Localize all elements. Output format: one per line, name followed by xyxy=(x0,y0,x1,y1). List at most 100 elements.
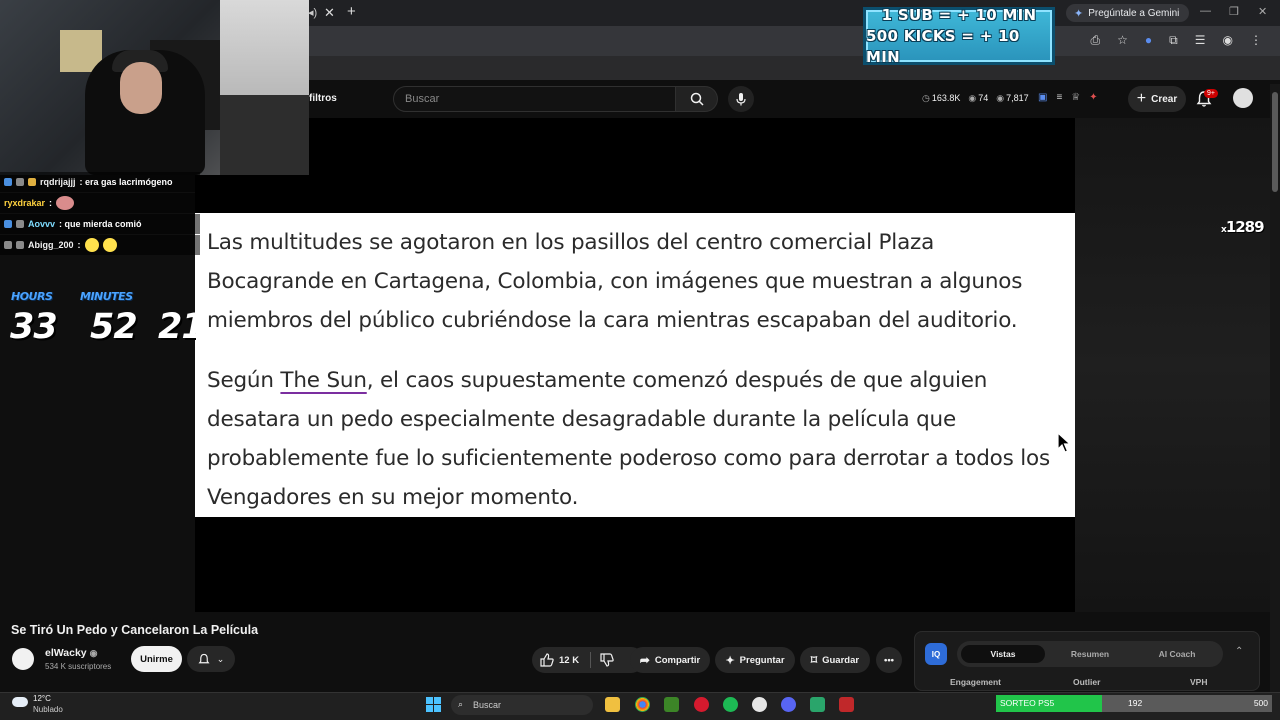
ask-button[interactable]: ✦ Preguntar xyxy=(715,647,795,673)
app-icon[interactable] xyxy=(752,697,767,712)
discord-icon[interactable] xyxy=(781,697,796,712)
search-input[interactable]: Buscar xyxy=(393,86,676,112)
chat-message: Abigg_200 : xyxy=(0,235,200,255)
clock-icon: ◷ xyxy=(922,93,930,103)
subscription-bell-button[interactable]: ⌄ xyxy=(187,646,235,672)
reading-list-icon[interactable]: ☰ xyxy=(1195,33,1206,48)
account-avatar[interactable] xyxy=(1233,88,1253,108)
install-icon[interactable]: ⎙ xyxy=(1091,33,1101,48)
dislike-icon[interactable] xyxy=(600,653,614,667)
channel-avatar[interactable] xyxy=(12,648,34,670)
more-icon: ••• xyxy=(884,654,894,666)
promo-line-1: 1 SUB = + 10 MIN xyxy=(881,5,1037,24)
search-icon xyxy=(690,92,704,106)
iq-logo: IQ xyxy=(925,643,947,665)
like-count[interactable]: 12 K xyxy=(559,655,579,666)
chat-message: rqdrijajjj : era gas lacrimógeno xyxy=(0,172,200,192)
audio-icon[interactable]: ◂) xyxy=(308,6,317,19)
analytics-tabs: Vistas Resumen AI Coach xyxy=(957,641,1223,667)
chat-badge-icon xyxy=(4,241,12,249)
bell-icon xyxy=(198,653,210,663)
chat-badge-icon xyxy=(4,178,12,186)
channel-stats: ◷ 163.8K ◉ 74 ◉ 7,817 xyxy=(922,93,1029,104)
voice-search-button[interactable] xyxy=(728,86,754,112)
app-icon[interactable] xyxy=(839,697,854,712)
tab-resumen[interactable]: Resumen xyxy=(1048,645,1132,663)
bookmark-icon: ⌑ xyxy=(810,653,818,667)
promo-line-2: 500 KICKS = + 10 MIN xyxy=(866,26,1020,66)
minecraft-icon[interactable] xyxy=(664,697,679,712)
taskbar-search[interactable]: ⌕ Buscar xyxy=(451,695,593,715)
filters-label[interactable]: filtros xyxy=(309,93,337,104)
eye-icon: ◉ xyxy=(996,93,1005,103)
trophy-icon[interactable]: ♕ xyxy=(1071,92,1080,103)
bookmark-star-icon[interactable]: ☆ xyxy=(1117,33,1128,48)
subscriber-count: 534 K suscriptores xyxy=(45,662,112,671)
mouse-cursor-icon xyxy=(1057,432,1071,453)
extensions-icon[interactable]: ⧉ xyxy=(1169,33,1178,48)
more-actions-button[interactable]: ••• xyxy=(876,647,902,673)
viewers-stat: ◉ 74 xyxy=(968,93,989,103)
minutes-label: MINUTES xyxy=(80,290,133,303)
cloud-icon[interactable] xyxy=(12,697,28,707)
profile-icon[interactable]: ◉ xyxy=(1223,33,1233,48)
chat-badge-icon xyxy=(16,178,24,186)
chat-badge-icon xyxy=(4,220,12,228)
share-icon: ➦ xyxy=(639,653,650,667)
chat-emote-icon xyxy=(84,238,99,252)
create-label: Crear xyxy=(1151,93,1178,105)
app-icon[interactable] xyxy=(810,697,825,712)
create-button[interactable]: + Crear xyxy=(1128,86,1186,112)
file-explorer-icon[interactable] xyxy=(605,697,620,712)
search-button[interactable] xyxy=(676,86,718,112)
search-icon: ⌕ xyxy=(458,699,464,709)
chat-badge-icon xyxy=(16,220,24,228)
channel-name[interactable]: elWacky ◉ xyxy=(45,647,97,659)
analytics-panel: IQ Vistas Resumen AI Coach ⌃ Engagement … xyxy=(914,631,1260,691)
share-button[interactable]: ➦ Compartir xyxy=(630,647,710,673)
opera-icon[interactable] xyxy=(694,697,709,712)
article-screenshot: Las multitudes se agotaron en los pasill… xyxy=(195,213,1075,517)
maximize-icon[interactable]: ❐ xyxy=(1229,5,1239,18)
alert-icon[interactable]: ✦ xyxy=(1089,92,1097,103)
gemini-button[interactable]: ✦ Pregúntale a Gemini xyxy=(1066,4,1190,22)
spotify-icon[interactable] xyxy=(723,697,738,712)
like-icon[interactable] xyxy=(540,653,554,667)
join-button[interactable]: Unirme xyxy=(131,646,182,672)
column-outlier: Outlier xyxy=(1073,677,1101,687)
windows-start-icon[interactable] xyxy=(426,697,441,712)
chrome-icon[interactable] xyxy=(635,697,650,712)
menu-icon[interactable]: ⋮ xyxy=(1250,33,1262,48)
new-tab-icon[interactable]: + xyxy=(347,3,356,20)
chat-badge-icon xyxy=(28,178,36,186)
weather-temperature[interactable]: 12°C xyxy=(33,694,51,703)
save-button[interactable]: ⌑ Guardar xyxy=(800,647,870,673)
scrollbar-thumb[interactable] xyxy=(1272,92,1278,192)
tab-ai-coach[interactable]: AI Coach xyxy=(1135,645,1219,663)
tab-vistas[interactable]: Vistas xyxy=(961,645,1045,663)
chevron-down-icon: ⌄ xyxy=(216,653,225,664)
gemini-label: Pregúntale a Gemini xyxy=(1088,7,1180,19)
page-scrollbar[interactable] xyxy=(1270,84,1280,694)
chat-emote-icon xyxy=(56,196,75,210)
iq-extension-icon[interactable]: ▣ xyxy=(1038,92,1047,103)
minimize-icon[interactable]: — xyxy=(1200,5,1211,17)
chat-message: ryxdrakar : xyxy=(0,193,200,213)
gemini-icon: ✦ xyxy=(1074,7,1084,20)
microphone-icon xyxy=(736,93,746,106)
article-paragraph-2: Según The Sun, el caos supuestamente com… xyxy=(207,368,1050,510)
stream-chat-overlay: rqdrijajjj : era gas lacrimógeno ryxdrak… xyxy=(0,172,200,256)
chat-badge-icon xyxy=(16,241,24,249)
video-title: Se Tiró Un Pedo y Cancelaron La Película xyxy=(11,623,259,637)
weather-description[interactable]: Nublado xyxy=(33,705,63,714)
close-window-icon[interactable]: ✕ xyxy=(1258,5,1267,18)
extension-iq-icon[interactable]: ● xyxy=(1145,33,1152,48)
collapse-icon[interactable]: ⌃ xyxy=(1235,646,1243,657)
chat-message: Aovvv : que mierda comió xyxy=(0,214,200,234)
like-dislike-group: 12 K xyxy=(532,647,644,673)
seconds-value: 21 xyxy=(158,307,196,347)
list-icon[interactable]: ≡ xyxy=(1056,92,1062,103)
tab-close-icon[interactable]: ✕ xyxy=(324,5,335,21)
article-paragraph-1: Las multitudes se agotaron en los pasill… xyxy=(207,230,1023,333)
the-sun-link: The Sun xyxy=(280,368,367,393)
